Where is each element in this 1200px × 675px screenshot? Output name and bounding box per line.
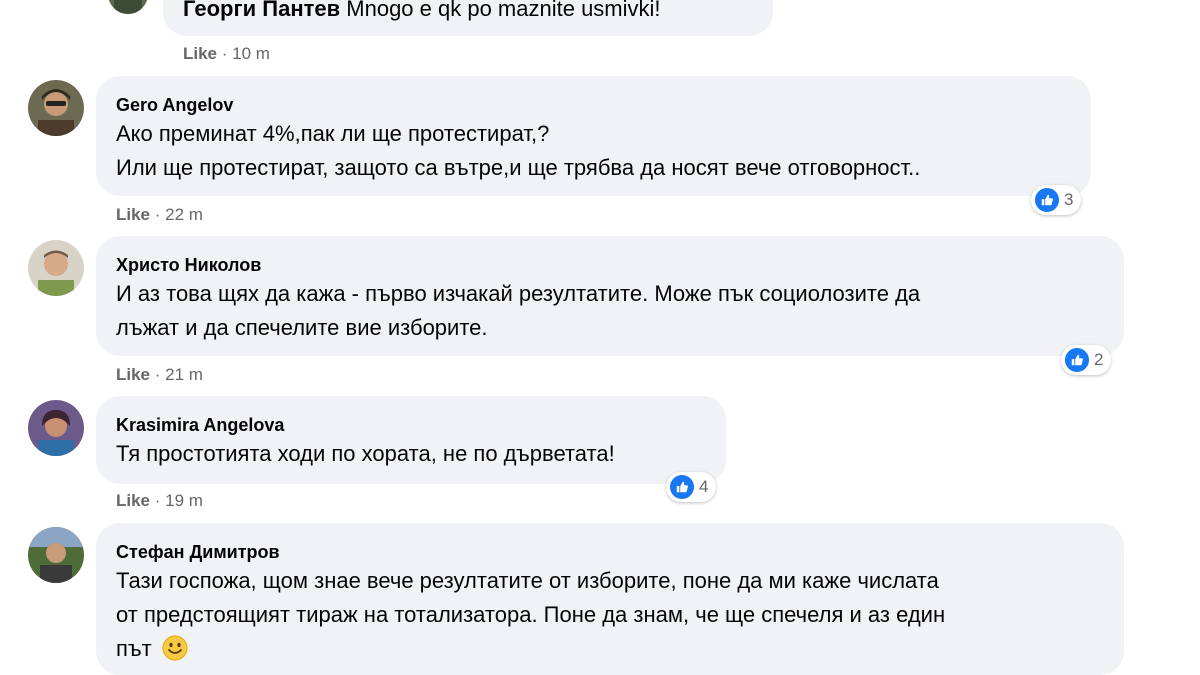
reply-meta: Like · 10 m: [183, 44, 270, 64]
comment-text-line: Или ще протестират, защото са вътре,и ще…: [116, 155, 921, 180]
like-link[interactable]: Like: [116, 491, 150, 510]
reaction-badge[interactable]: 3: [1031, 185, 1082, 215]
reply-line: Георги Пантев Mnogo e qk po maznite usmi…: [183, 0, 661, 26]
comment-meta: Like · 21 m: [116, 365, 203, 385]
comment-author[interactable]: Христо Николов: [116, 255, 261, 276]
separator-dot: ·: [154, 491, 166, 510]
like-thumbs-up-icon: [670, 475, 694, 499]
separator-dot: ·: [221, 44, 233, 63]
comment-time[interactable]: 22 m: [165, 205, 203, 224]
reply-author[interactable]: Георги Пантев: [183, 0, 340, 21]
like-link[interactable]: Like: [116, 365, 150, 384]
avatar[interactable]: [28, 80, 84, 136]
reply-avatar[interactable]: [108, 0, 148, 14]
avatar[interactable]: [28, 527, 84, 583]
avatar[interactable]: [28, 240, 84, 296]
avatar[interactable]: [28, 400, 84, 456]
comment-author[interactable]: Стефан Димитров: [116, 542, 280, 563]
separator-dot: ·: [154, 205, 166, 224]
comment-text-line: И аз това щях да кажа - първо изчакай ре…: [116, 281, 921, 306]
reply-like-link[interactable]: Like: [183, 44, 217, 63]
comment-text-line: лъжат и да спечелите вие изборите.: [116, 315, 488, 340]
reaction-count: 3: [1064, 190, 1074, 209]
comment-text-line: Тази госпожа, щом знае вече резултатите …: [116, 568, 939, 593]
comment-author[interactable]: Krasimira Angelova: [116, 415, 284, 436]
smiling-face-emoji: [162, 635, 188, 661]
reply-text: Mnogo e qk po maznite usmivki!: [346, 0, 661, 21]
reaction-badge[interactable]: 2: [1061, 345, 1112, 375]
reply-time[interactable]: 10 m: [232, 44, 270, 63]
comment-meta: Like · 22 m: [116, 205, 203, 225]
reaction-count: 4: [699, 477, 709, 496]
comment-text-line: Ако преминат 4%,пак ли ще протестират,?: [116, 121, 550, 146]
comment-text-line: Тя простотията ходи по хората, не по дър…: [116, 441, 615, 466]
comment-text-last-line: път: [116, 632, 188, 666]
like-thumbs-up-icon: [1035, 188, 1059, 212]
comment-time[interactable]: 21 m: [165, 365, 203, 384]
like-thumbs-up-icon: [1065, 348, 1089, 372]
comment-meta: Like · 19 m: [116, 491, 203, 511]
reaction-count: 2: [1094, 350, 1104, 369]
comment-text-line: от предстоящият тираж на тотализатора. П…: [116, 602, 946, 627]
like-link[interactable]: Like: [116, 205, 150, 224]
comment-author[interactable]: Gero Angelov: [116, 95, 233, 116]
comment-text-line: път: [116, 636, 152, 661]
reaction-badge[interactable]: 4: [666, 472, 717, 502]
separator-dot: ·: [154, 365, 166, 384]
comment-time[interactable]: 19 m: [165, 491, 203, 510]
